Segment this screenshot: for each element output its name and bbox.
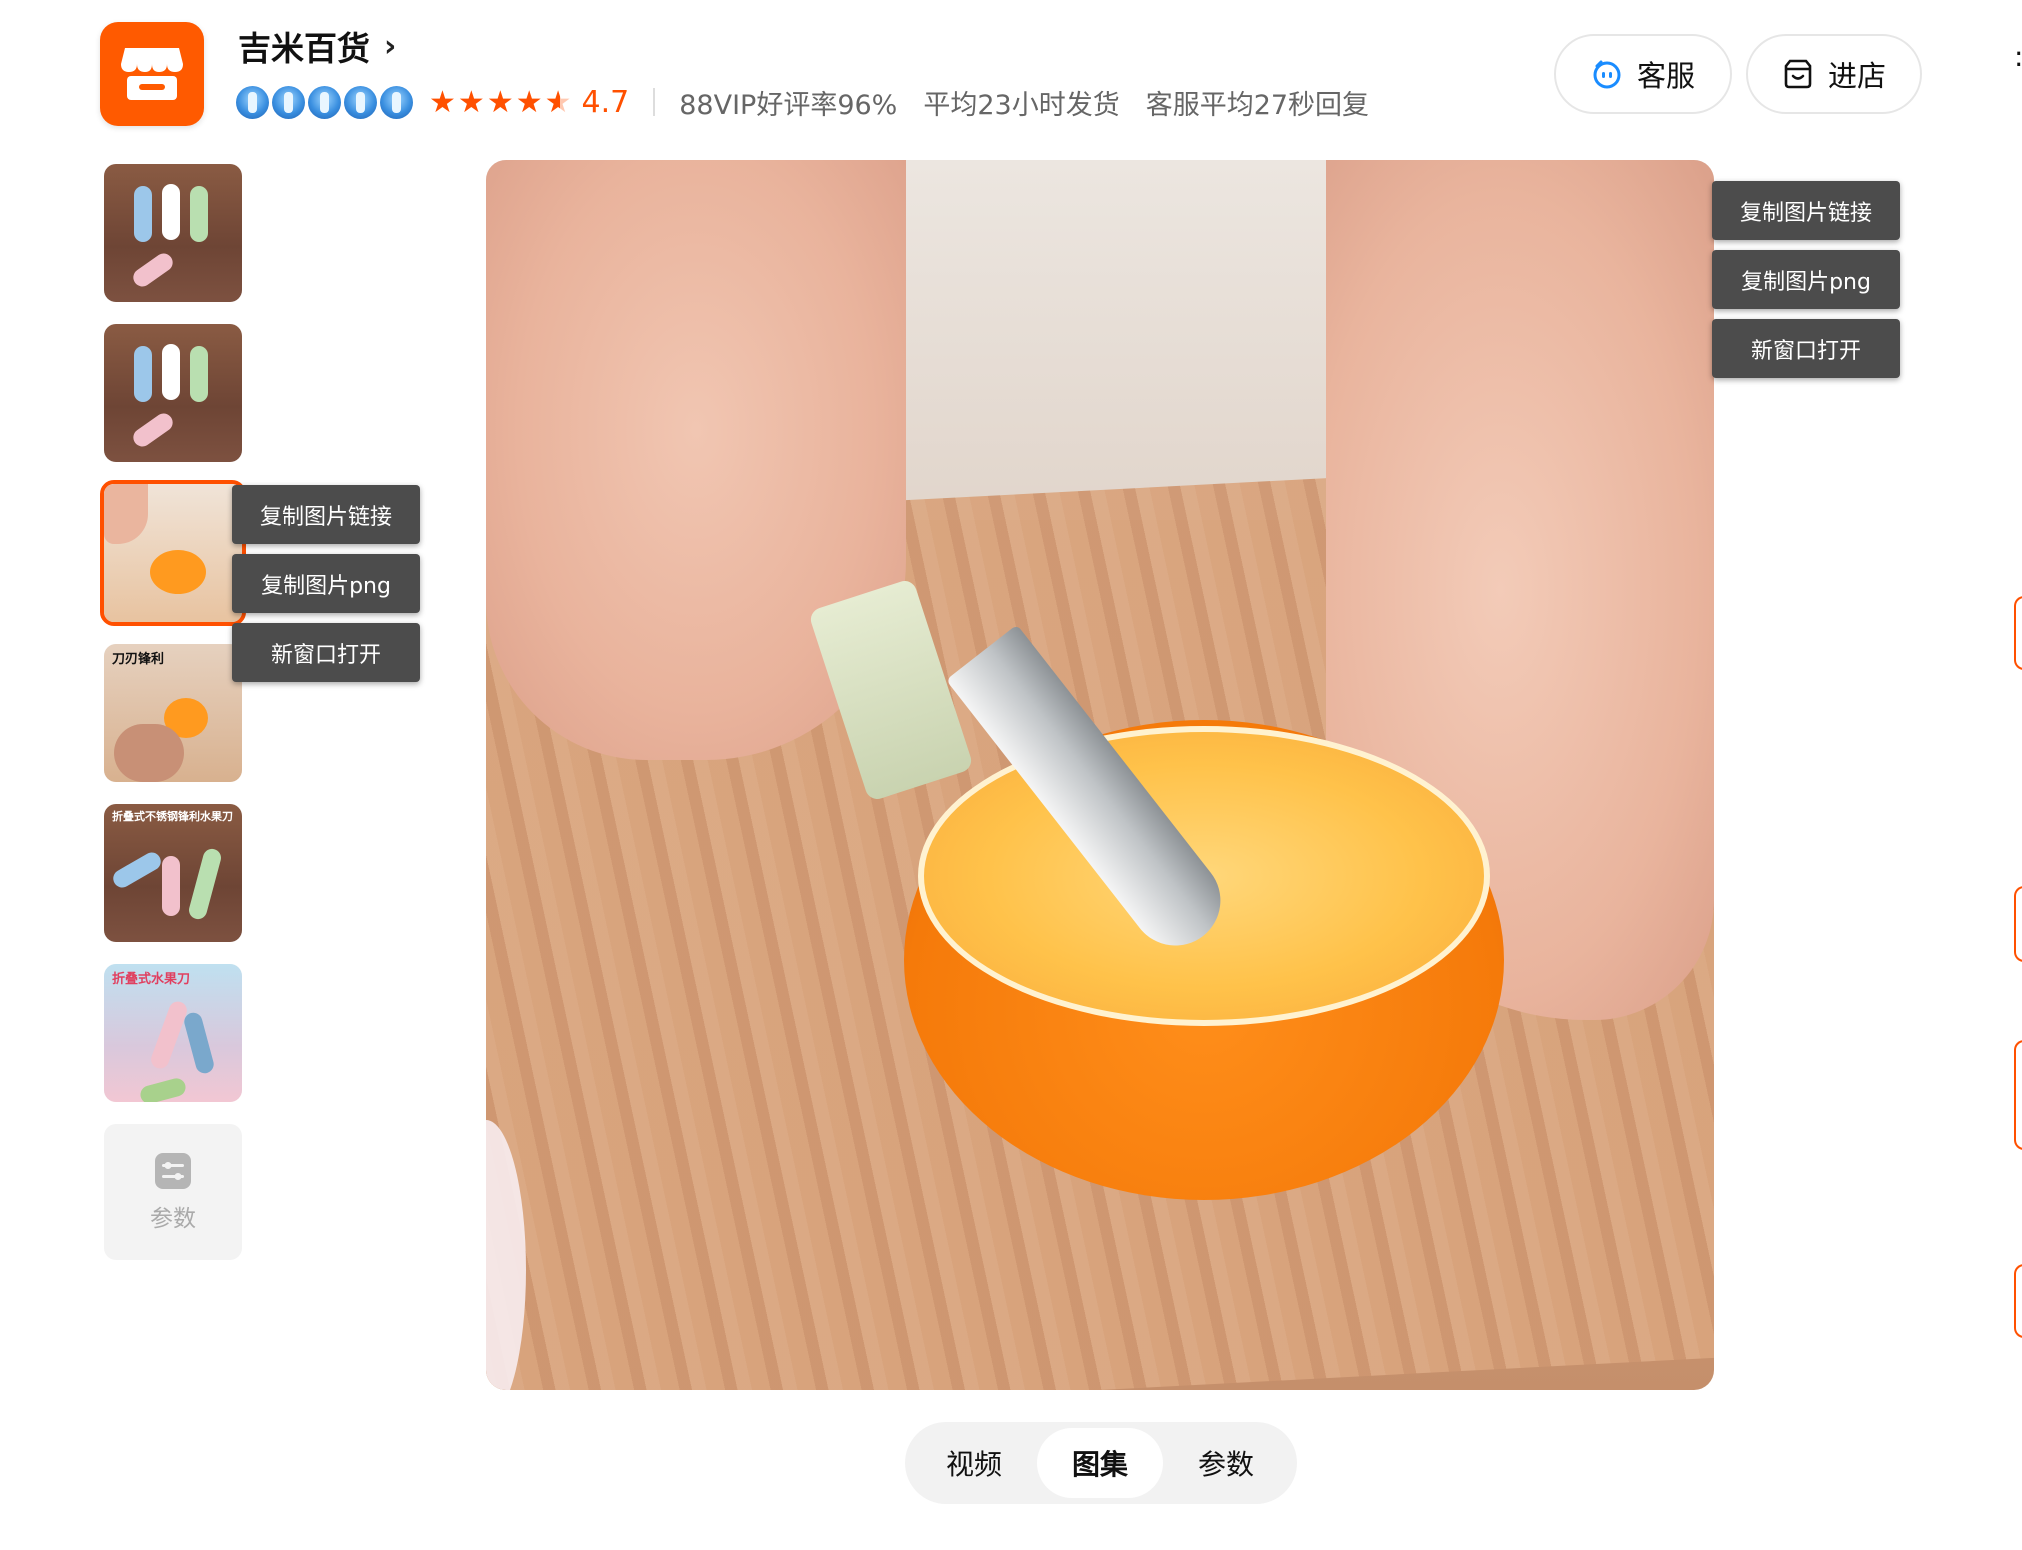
shop-name-link[interactable]: 吉米百货 ›	[238, 24, 397, 69]
sliders-icon	[155, 1153, 191, 1189]
thumbnail-selected[interactable]	[100, 480, 246, 626]
thumb-knife	[138, 1076, 188, 1102]
thumb-knife	[190, 346, 208, 402]
thumb-knife	[162, 184, 180, 240]
copy-image-png-button[interactable]: 复制图片png	[1712, 250, 1900, 309]
main-image-context-menu: 复制图片链接 复制图片png 新窗口打开	[1712, 181, 1900, 378]
cut-off-option[interactable]	[2014, 886, 2022, 962]
thumb-orange	[150, 550, 206, 594]
copy-image-link-button[interactable]: 复制图片链接	[232, 485, 420, 544]
tab-video[interactable]: 视频	[911, 1428, 1037, 1498]
star-icon: ★	[429, 84, 456, 120]
copy-image-png-button[interactable]: 复制图片png	[232, 554, 420, 613]
open-new-window-button[interactable]: 新窗口打开	[232, 623, 420, 682]
thumb-knife	[134, 186, 152, 242]
thumb-knife	[129, 250, 177, 290]
thumb-knife	[182, 1010, 216, 1076]
thumb-knife	[148, 999, 190, 1071]
shop-meta: ★ ★ ★ ★ ★ 4.7 88VIP好评率96% 平均23小时发货 客服平均2…	[236, 80, 1395, 124]
cut-off-option[interactable]	[2014, 1264, 2022, 1338]
thumb-knife	[129, 410, 177, 450]
thumbnail[interactable]: 刀刃锋利	[104, 644, 242, 782]
customer-service-label: 客服	[1636, 59, 1695, 93]
thumb-knife	[190, 186, 208, 242]
thumbnail[interactable]: 折叠式不锈钢锋利水果刀	[104, 804, 242, 942]
copy-image-link-button[interactable]: 复制图片链接	[1712, 181, 1900, 240]
thumb-knife	[162, 856, 180, 916]
product-gallery-page: 吉米百货 › ★ ★ ★ ★ ★ 4.7 88VIP好评率96% 平均23小时发…	[0, 0, 2022, 1550]
thumb-knife	[109, 849, 165, 891]
service-reply-time: 客服平均27秒回复	[1145, 89, 1370, 121]
enter-store-button[interactable]: 进店	[1746, 34, 1922, 114]
star-icon: ★	[486, 84, 514, 120]
thumbnail[interactable]	[104, 324, 242, 462]
thumb-caption: 刀刃锋利	[112, 652, 165, 667]
crown-icon	[236, 85, 269, 119]
cut-off-text: :	[2014, 40, 2022, 73]
rating-score: 4.7	[581, 84, 630, 120]
divider	[653, 88, 656, 116]
thumb-knife	[162, 344, 180, 400]
open-new-window-button[interactable]: 新窗口打开	[1712, 319, 1900, 378]
crown-icon	[308, 85, 341, 119]
thumb-caption: 折叠式不锈钢锋利水果刀	[112, 810, 233, 823]
vip-rate: 88VIP好评率96%	[679, 89, 898, 121]
chat-face-icon	[1593, 60, 1621, 89]
cut-off-option[interactable]	[2014, 1040, 2022, 1150]
chevron-right-icon: ›	[384, 28, 397, 64]
shop-logo[interactable]	[100, 22, 204, 126]
params-thumbnail[interactable]: 参数	[104, 1124, 242, 1260]
thumbnail[interactable]: 折叠式水果刀	[104, 964, 242, 1102]
thumb-hand	[114, 724, 184, 782]
star-rating: ★ ★ ★ ★ ★	[429, 85, 572, 120]
thumb-knife	[134, 346, 152, 402]
crown-icon	[380, 85, 413, 119]
star-icon: ★	[457, 84, 485, 120]
params-thumb-label: 参数	[150, 1206, 196, 1232]
shop-name: 吉米百货	[238, 29, 370, 68]
store-icon	[121, 48, 183, 100]
customer-service-button[interactable]: 客服	[1554, 34, 1732, 114]
tab-params[interactable]: 参数	[1163, 1428, 1289, 1498]
thumb-knife	[186, 846, 224, 922]
crown-icon	[344, 85, 377, 119]
thumbnail[interactable]	[104, 164, 242, 302]
crown-icon	[272, 85, 305, 119]
shop-icon	[1784, 59, 1812, 89]
crown-level	[236, 85, 413, 119]
cut-off-option[interactable]	[2014, 596, 2022, 670]
half-star-icon: ★	[544, 84, 572, 120]
star-icon: ★	[515, 84, 543, 120]
thumbnail-context-menu: 复制图片链接 复制图片png 新窗口打开	[232, 485, 420, 682]
thumb-hand	[104, 484, 148, 544]
thumb-caption: 折叠式水果刀	[112, 972, 191, 987]
tab-gallery[interactable]: 图集	[1037, 1428, 1163, 1498]
gallery-tabs: 视频 图集 参数	[905, 1422, 1297, 1504]
main-product-image[interactable]	[486, 160, 1714, 1390]
enter-store-label: 进店	[1827, 59, 1886, 93]
shipping-time: 平均23小时发货	[923, 89, 1120, 121]
